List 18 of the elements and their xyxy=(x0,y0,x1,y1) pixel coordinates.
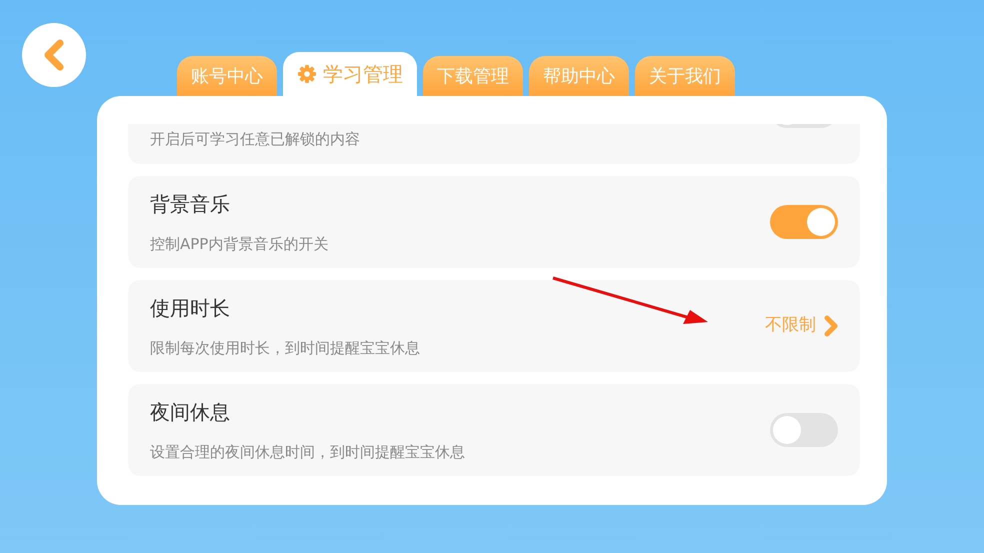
setting-title: 夜间休息 xyxy=(150,398,230,426)
tab[interactable]: 账号中心 xyxy=(177,56,277,96)
tab[interactable]: 学习管理 xyxy=(283,52,417,96)
setting-description: 限制每次使用时长，到时间提醒宝宝休息 xyxy=(150,338,420,359)
chevron-right-icon xyxy=(824,315,838,337)
setting-description: 控制APP内背景音乐的开关 xyxy=(150,234,328,255)
tab[interactable]: 关于我们 xyxy=(635,56,735,96)
tab[interactable]: 下载管理 xyxy=(423,56,523,96)
duration-select[interactable]: 不限制 xyxy=(765,313,838,339)
toggle-switch[interactable] xyxy=(770,205,838,239)
gear-icon xyxy=(297,64,317,84)
back-icon xyxy=(43,39,65,71)
setting-title: 使用时长 xyxy=(150,294,230,322)
tab[interactable]: 帮助中心 xyxy=(529,56,629,96)
setting-description: 设置合理的夜间休息时间，到时间提醒宝宝休息 xyxy=(150,442,465,463)
toggle-switch[interactable] xyxy=(770,413,838,447)
setting-title: 背景音乐 xyxy=(150,190,230,218)
setting-description: 开启后可学习任意已解锁的内容 xyxy=(150,128,360,150)
